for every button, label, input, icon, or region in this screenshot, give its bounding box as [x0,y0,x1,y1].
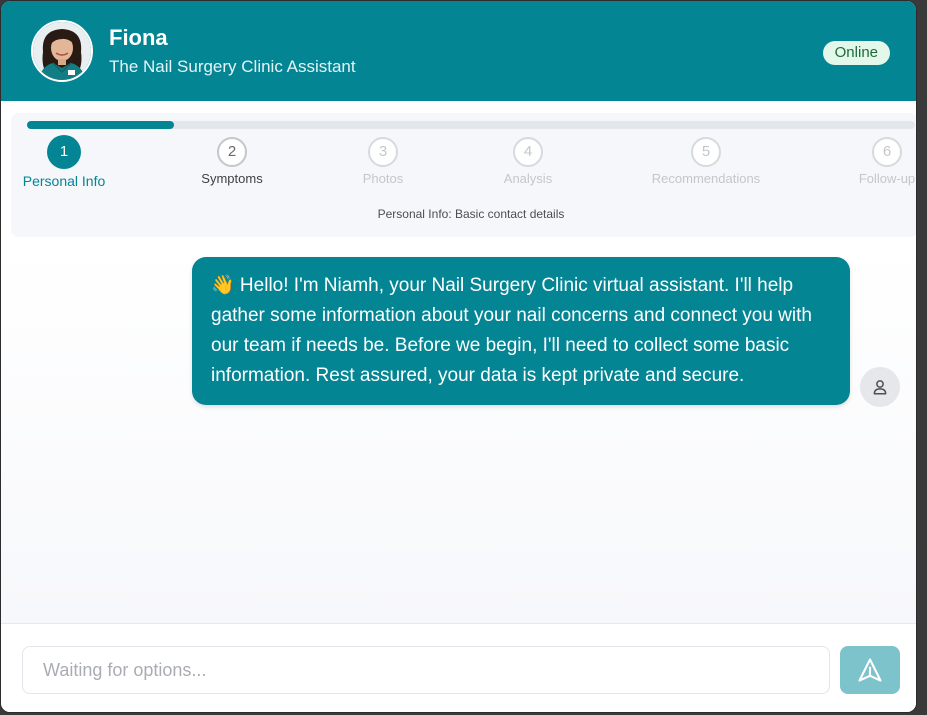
step-photos: 3 Photos [328,137,438,186]
step-number: 5 [691,137,721,167]
step-label: Symptoms [201,171,263,186]
step-label: Photos [362,171,404,186]
step-recommendations: 5 Recommendations [651,137,761,186]
step-number: 4 [513,137,543,167]
assistant-avatar-icon [33,22,91,80]
status-badge: Online [822,41,890,65]
progress-panel: 1 Personal Info 2 Symptoms 3 Photos 4 An… [9,113,916,237]
chat-window: Fiona The Nail Surgery Clinic Assistant … [0,0,917,713]
step-label: Follow-up [858,171,916,186]
step-number: 2 [217,137,247,167]
send-icon [858,658,882,682]
assistant-message: 👋 Hello! I'm Niamh, your Nail Surgery Cl… [192,257,850,405]
step-label: Personal Info [22,173,106,189]
step-description: Personal Info: Basic contact details [377,207,565,221]
input-bar [1,623,916,712]
message-input[interactable] [22,646,830,694]
step-number: 3 [368,137,398,167]
step-number: 6 [872,137,902,167]
step-label: Recommendations [651,171,761,186]
chat-header: Fiona The Nail Surgery Clinic Assistant … [1,1,916,101]
progress-track [27,121,915,129]
header-title-block: Fiona The Nail Surgery Clinic Assistant [109,24,356,78]
user-avatar [860,367,900,407]
step-label: Analysis [503,171,553,186]
step-analysis: 4 Analysis [473,137,583,186]
step-number: 1 [47,135,81,169]
step-symptoms: 2 Symptoms [177,137,287,186]
user-icon [873,380,887,395]
chat-messages[interactable]: 👋 Hello! I'm Niamh, your Nail Surgery Cl… [1,241,916,623]
step-follow-up: 6 Follow-up [832,137,916,186]
send-button[interactable] [840,646,900,694]
assistant-name: Fiona [109,25,168,50]
assistant-avatar [31,20,93,82]
progress-fill [27,121,175,129]
assistant-subtitle: The Nail Surgery Clinic Assistant [109,57,356,76]
step-personal-info: 1 Personal Info [9,135,119,189]
